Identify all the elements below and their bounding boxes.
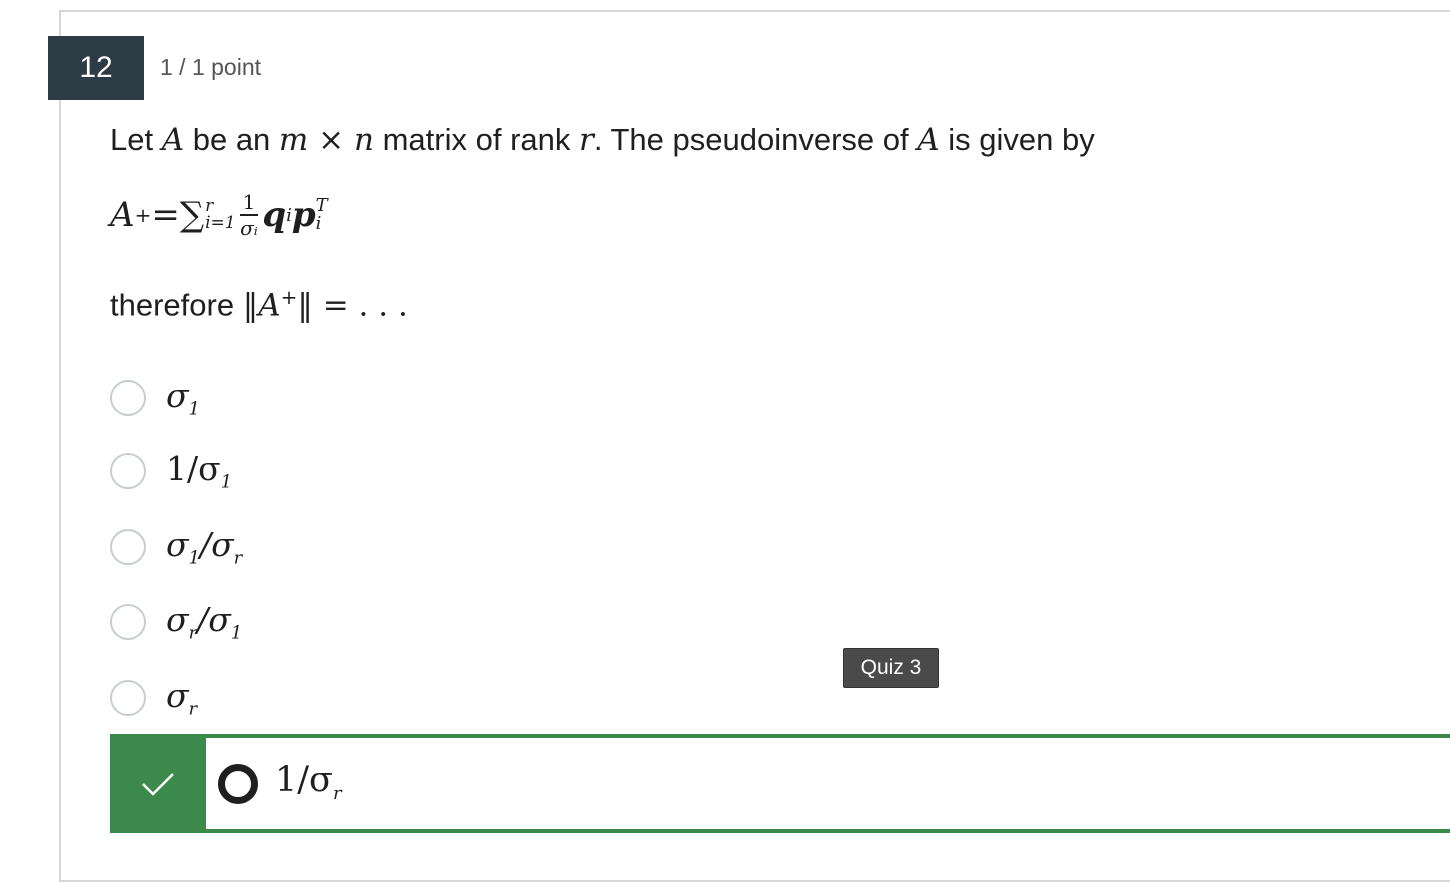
answer-option[interactable]: σr/σ1 [110, 600, 242, 644]
option-label: σ1 [166, 376, 200, 420]
option-main: σ [166, 676, 189, 716]
radio-button[interactable] [110, 380, 146, 416]
formula-lhs-sup: + [134, 203, 152, 227]
answer-option[interactable]: σ1 [110, 376, 200, 420]
sum-lower: i=1 [205, 213, 236, 233]
option-sub: 1 [188, 547, 200, 569]
answer-option[interactable]: 1/σ1 [110, 449, 232, 493]
option-main: σ [166, 600, 189, 640]
option-sub2: r [233, 547, 243, 569]
option-main: σ [166, 525, 189, 565]
option-main: σ [166, 376, 189, 416]
text-segment: be an [184, 122, 279, 157]
question-text: Let A be an m × n matrix of rank r. The … [110, 122, 1095, 158]
pseudoinverse-formula: A + = ∑ r i=1 1 σᵢ q i pTi [110, 192, 328, 238]
radio-button[interactable] [110, 453, 146, 489]
correct-option-main: 1/σ [275, 760, 333, 800]
answer-option[interactable]: σr [110, 676, 197, 720]
option-tail: /σ [199, 525, 234, 565]
option-sub2: 1 [230, 622, 243, 644]
fraction-numerator: 1 [239, 192, 259, 216]
therefore-word: therefore [110, 287, 243, 323]
option-main: 1/σ [166, 449, 221, 489]
text-segment: is given by [939, 122, 1095, 157]
option-label: 1/σ1 [166, 449, 232, 493]
question-points: 1 / 1 point [160, 54, 262, 80]
radio-button[interactable] [110, 680, 146, 716]
vector-q: q [262, 195, 287, 235]
selected-radio-button[interactable] [218, 764, 258, 804]
formula-equals: = [151, 195, 180, 235]
option-label: σr/σ1 [166, 600, 242, 644]
math-n: n [354, 122, 374, 158]
radio-button[interactable] [110, 604, 146, 640]
option-label: σr [166, 676, 197, 720]
correct-option-label: 1/σr [275, 760, 342, 804]
option-sub: r [188, 698, 198, 720]
correct-option-sub: r [332, 783, 342, 804]
formula-lhs: A [110, 195, 135, 235]
sum-limits: r i=1 [205, 198, 236, 232]
therefore-rest: = . . . [312, 287, 408, 324]
math-times: × [308, 122, 355, 158]
correct-indicator [110, 734, 206, 833]
vector-p-sub: i [315, 213, 322, 234]
norm-close: ‖ [297, 287, 313, 324]
sum-symbol: ∑ [179, 195, 205, 235]
norm-sup: + [280, 285, 298, 309]
fraction-denominator: σᵢ [240, 216, 258, 240]
math-A: A [161, 122, 185, 158]
vector-p: p [291, 195, 316, 235]
checkmark-icon [142, 772, 174, 796]
fraction: 1 σᵢ [239, 192, 259, 240]
radio-button[interactable] [110, 529, 146, 565]
vector-p-scripts: Ti [316, 197, 328, 233]
option-label: σ1/σr [166, 525, 242, 569]
option-tail: /σ [197, 600, 231, 640]
text-segment: Let [110, 122, 162, 157]
quiz-tooltip: Quiz 3 [843, 648, 939, 688]
option-sub: 1 [220, 471, 233, 493]
text-segment: . The pseudoinverse of [593, 122, 918, 157]
math-r: r [578, 122, 594, 158]
math-m: m [278, 122, 309, 158]
option-sub: 1 [188, 398, 200, 420]
therefore-line: therefore ‖A+‖ = . . . [110, 285, 408, 323]
norm-open: ‖A [242, 287, 281, 324]
question-number: 12 [48, 36, 144, 100]
option-sub: r [188, 622, 198, 644]
text-segment: matrix of rank [373, 122, 579, 157]
math-A: A [917, 122, 940, 158]
answer-option[interactable]: σ1/σr [110, 525, 242, 569]
